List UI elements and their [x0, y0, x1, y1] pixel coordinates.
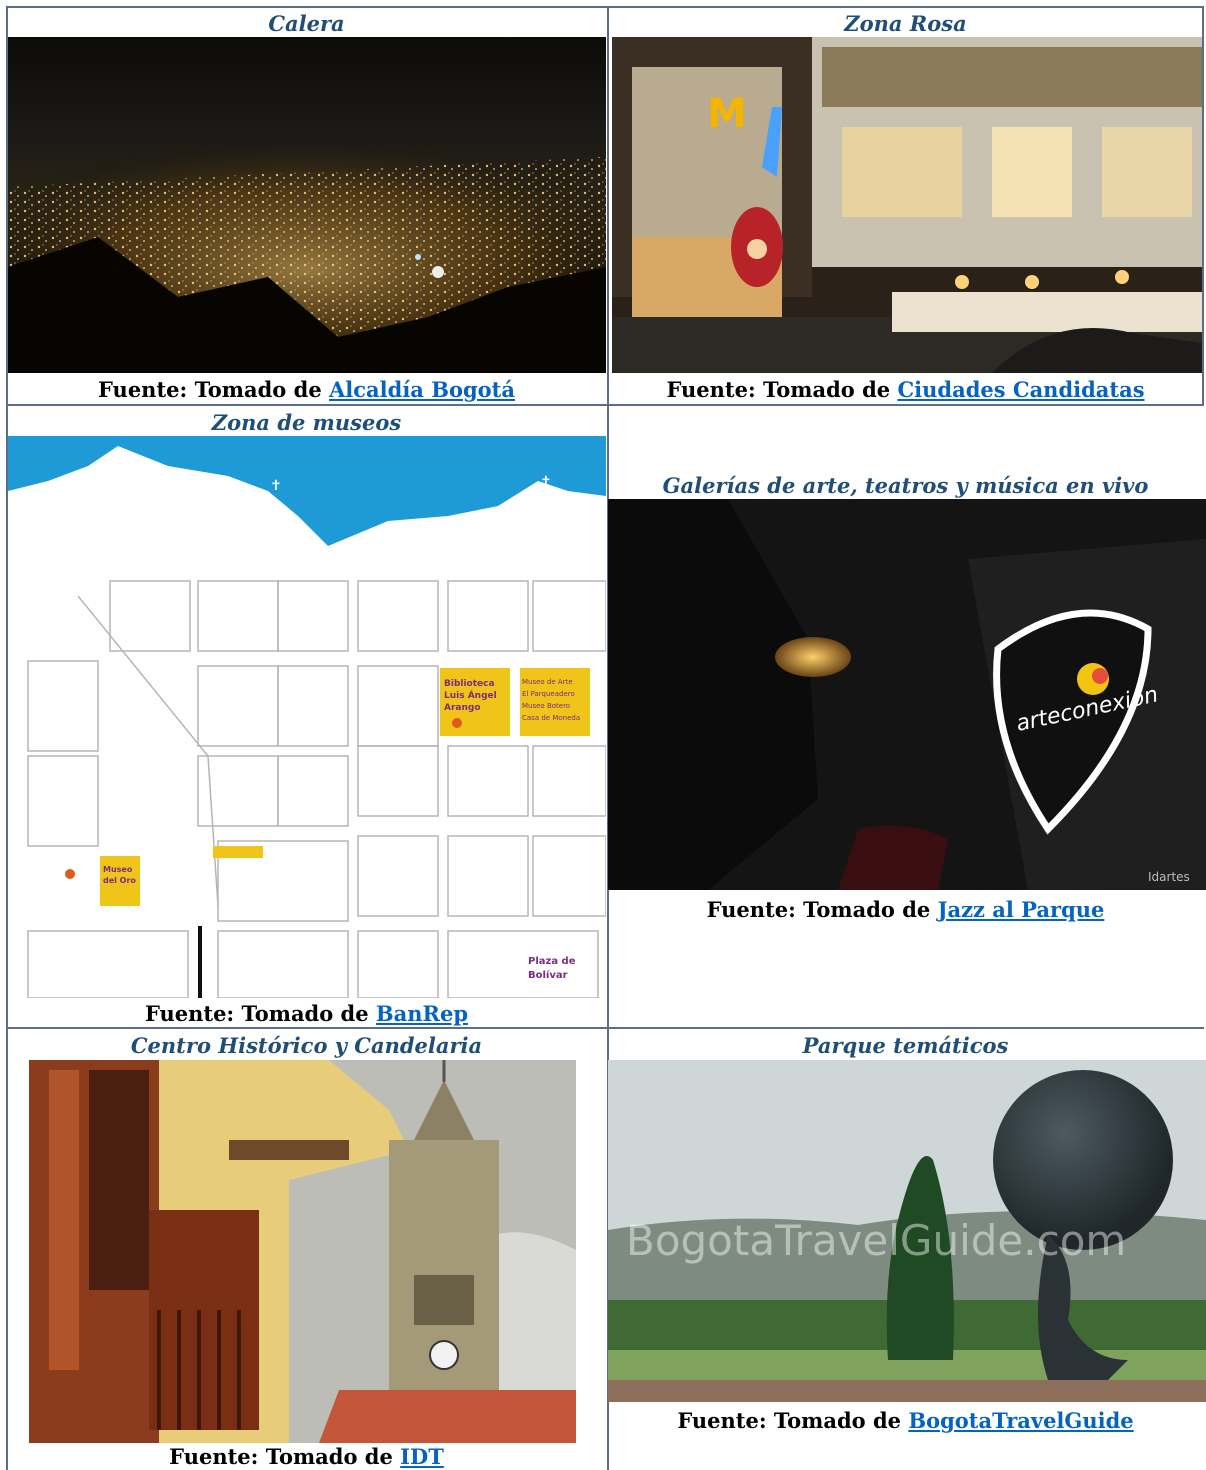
- zona-rosa-source-link[interactable]: Ciudades Candidatas: [897, 377, 1144, 402]
- museos-caption: Zona de museos: [211, 410, 402, 435]
- map-label-museo-arte-2: El Parqueadero: [522, 690, 575, 698]
- galerias-photo: arteconexión Idartes: [608, 499, 1206, 890]
- centro-source-prefix: Fuente: Tomado de: [169, 1444, 393, 1469]
- galerias-caption: Galerías de arte, teatros y música en vi…: [662, 473, 1149, 498]
- zona-rosa-caption: Zona Rosa: [844, 11, 967, 36]
- museos-map: ✝ ✝ Biblioteca Luis Ángel Arango Museo d…: [8, 436, 606, 998]
- map-label-museo-arte-3: Museo Botero: [522, 702, 570, 710]
- parques-caption: Parque temáticos: [802, 1033, 1009, 1058]
- galerias-source: Fuente: Tomado de Jazz al Parque: [608, 897, 1203, 923]
- bogota-travel-guide-watermark: BogotaTravelGuide.com: [626, 1216, 1126, 1265]
- calera-source-prefix: Fuente: Tomado de: [98, 377, 322, 402]
- map-label-museo-arte-1: Museo de Arte: [522, 678, 573, 686]
- museos-source-prefix: Fuente: Tomado de: [144, 1001, 369, 1026]
- centro-source-link[interactable]: IDT: [400, 1444, 444, 1469]
- museos-source: Fuente: Tomado de BanRep: [6, 1001, 607, 1027]
- table-border-right: [1202, 6, 1204, 404]
- parques-photo: BogotaTravelGuide.com: [608, 1060, 1206, 1402]
- idartes-watermark: Idartes: [1148, 870, 1190, 884]
- table-border-top: [6, 6, 1202, 8]
- calera-caption: Calera: [268, 11, 345, 36]
- galerias-source-prefix: Fuente: Tomado de: [706, 897, 931, 922]
- table-row-divider-2: [6, 1027, 1204, 1029]
- parques-source-prefix: Fuente: Tomado de: [677, 1408, 902, 1433]
- map-label-museo-oro-2: del Oro: [103, 876, 136, 885]
- calera-source: Fuente: Tomado de Alcaldía Bogotá: [6, 377, 607, 403]
- svg-text:✝: ✝: [270, 478, 282, 494]
- centro-caption: Centro Histórico y Candelaria: [130, 1033, 483, 1058]
- map-label-biblioteca-2: Luis Ángel: [444, 689, 497, 701]
- mcdonalds-sign: M: [707, 91, 747, 137]
- map-label-museo-oro-1: Museo: [103, 865, 133, 874]
- zona-rosa-source: Fuente: Tomado de Ciudades Candidatas: [608, 377, 1203, 403]
- calera-night-city-photo: [8, 37, 606, 373]
- svg-text:✝: ✝: [540, 474, 552, 490]
- zona-rosa-photo: M: [612, 37, 1202, 373]
- map-label-biblioteca-1: Biblioteca: [444, 679, 495, 689]
- map-label-plaza-2: Bolívar: [528, 969, 568, 981]
- parques-source: Fuente: Tomado de BogotaTravelGuide: [608, 1408, 1203, 1434]
- centro-photo: [29, 1060, 576, 1443]
- map-label-plaza-1: Plaza de: [528, 956, 576, 967]
- galerias-source-link[interactable]: Jazz al Parque: [938, 897, 1105, 922]
- map-label-museo-arte-4: Casa de Moneda: [522, 714, 580, 722]
- centro-source: Fuente: Tomado de IDT: [6, 1444, 607, 1470]
- map-label-biblioteca-3: Arango: [444, 703, 481, 713]
- zona-rosa-source-prefix: Fuente: Tomado de: [666, 377, 891, 402]
- museos-source-link[interactable]: BanRep: [376, 1001, 468, 1026]
- table-row-divider-1: [6, 404, 1204, 406]
- calera-source-link[interactable]: Alcaldía Bogotá: [329, 377, 515, 402]
- parques-source-link[interactable]: BogotaTravelGuide: [908, 1408, 1133, 1433]
